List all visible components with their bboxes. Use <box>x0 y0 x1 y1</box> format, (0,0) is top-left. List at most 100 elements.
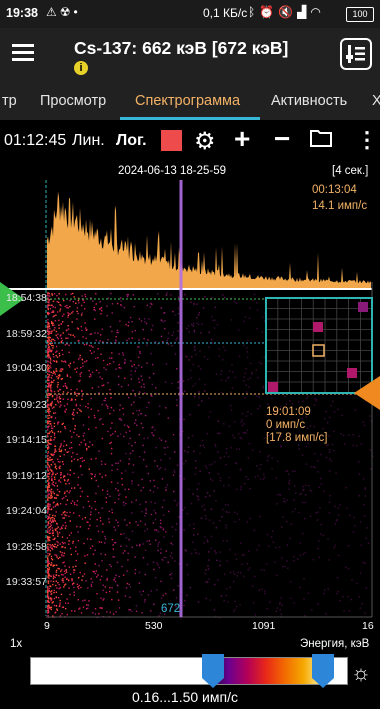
spectrogram-pixel <box>195 467 197 469</box>
spectrogram-pixel <box>152 491 155 493</box>
spectrogram-pixel <box>151 432 153 434</box>
spectrogram-pixel <box>87 607 89 609</box>
spectrogram-pixel <box>324 589 326 591</box>
record-stop-icon[interactable] <box>161 130 182 151</box>
spectrogram-pixel <box>53 379 55 382</box>
spectrogram-pixel <box>83 573 86 575</box>
spectrogram-pixel <box>210 547 213 550</box>
spectrogram-pixel <box>240 486 242 488</box>
tab-activity[interactable]: Активность <box>271 93 347 109</box>
spectrogram-pixel <box>63 405 66 407</box>
spectrogram-pixel <box>55 511 57 513</box>
spectrogram-pixel <box>56 336 58 339</box>
spectrogram-pixel <box>243 554 245 556</box>
spectrogram-pixel <box>101 476 103 478</box>
menu-icon[interactable] <box>12 44 34 62</box>
tools-icon[interactable] <box>340 38 372 70</box>
tab-spectrogram[interactable]: Спектрограмма <box>135 93 240 109</box>
spectrogram-pixel <box>155 512 157 514</box>
spectrogram-pixel <box>54 306 56 309</box>
spectrogram-pixel <box>88 428 90 430</box>
spectrogram-pixel <box>97 485 100 488</box>
tab-more[interactable]: Х <box>372 93 380 109</box>
spectrogram-pixel <box>325 613 327 615</box>
spectrogram-pixel <box>123 424 126 426</box>
spectrogram-pixel <box>302 400 304 403</box>
spectrogram-pixel <box>60 450 62 453</box>
spectrogram-pixel <box>144 573 146 576</box>
spectrogram-pixel <box>67 316 69 318</box>
info-icon[interactable]: i <box>74 61 88 75</box>
spectrogram-pixel <box>56 564 58 566</box>
zoom-in-icon[interactable]: + <box>234 123 250 155</box>
spectrogram-pixel <box>159 519 162 521</box>
spectrogram-pixel <box>117 482 119 484</box>
spectrogram-pixel <box>226 560 228 562</box>
spectrogram-pixel <box>48 408 50 411</box>
spectrogram-pixel <box>337 590 339 593</box>
spectrogram-pixel <box>63 511 66 513</box>
spectrogram-pixel <box>70 553 72 556</box>
spectrogram-pixel <box>162 514 165 516</box>
spectrogram-pixel <box>47 468 49 471</box>
gear-icon[interactable]: ⚙ <box>194 127 216 156</box>
spectrogram-pixel <box>47 396 49 399</box>
spectrogram-pixel <box>259 468 261 470</box>
spectrogram-pixel <box>64 572 66 575</box>
tab-spectrum[interactable]: тр <box>2 93 17 109</box>
spectrogram-pixel <box>200 332 202 334</box>
spectrogram-pixel <box>136 410 138 412</box>
spectrogram-pixel <box>50 344 53 347</box>
x-axis-label: Энергия, кэВ <box>300 638 370 650</box>
spectrogram-pixel <box>354 409 356 411</box>
spectrogram-pixel <box>256 302 258 304</box>
spectrogram-pixel <box>116 468 119 471</box>
spectrogram-pixel <box>48 587 51 590</box>
spectrogram-pixel <box>126 582 129 585</box>
spectrogram-pixel <box>50 593 53 595</box>
app-bar: Cs-137: 662 кэВ [672 кэВ] i <box>0 28 380 84</box>
spectrogram-pixel <box>60 304 62 307</box>
spectrogram-pixel <box>274 561 276 563</box>
spectrogram-pixel <box>56 489 59 491</box>
spectrogram-pixel <box>141 478 143 481</box>
spectrogram-pixel <box>47 598 50 600</box>
spectrogram-pixel <box>75 550 77 552</box>
spectrogram-pixel <box>56 608 58 610</box>
spectrogram-pixel <box>142 557 145 559</box>
spectrogram-pixel <box>55 482 57 484</box>
spectrogram-pixel <box>219 564 221 567</box>
spectrogram-pixel <box>190 377 192 379</box>
auto-brightness-icon[interactable]: ☼ <box>348 660 374 686</box>
spectrogram-pixel <box>164 320 166 322</box>
spectrogram-pixel <box>162 340 164 343</box>
spectrogram-pixel <box>117 498 120 500</box>
spectrogram-pixel <box>348 434 350 436</box>
spectrogram-pixel <box>118 599 120 601</box>
spectrogram-pixel <box>55 580 57 582</box>
folder-icon[interactable] <box>310 129 332 153</box>
spectrogram-pixel <box>88 375 91 378</box>
spectrogram-pixel <box>347 595 349 598</box>
spectrogram-pixel <box>172 434 175 436</box>
spectrogram-pixel <box>97 357 99 359</box>
spectrogram-pixel <box>71 580 73 582</box>
log-scale-button[interactable]: Лог. <box>116 132 147 150</box>
spectrogram-pixel <box>150 513 153 516</box>
linear-scale-button[interactable]: Лин. <box>72 132 105 150</box>
spectrogram-pixel <box>47 516 50 518</box>
more-options-icon[interactable]: ⋮ <box>356 127 378 153</box>
spectrogram-pixel <box>114 580 117 583</box>
spectrogram-pixel <box>193 329 196 332</box>
spectrogram-pixel <box>119 493 121 495</box>
spectrogram-pixel <box>47 400 49 402</box>
spectrogram-pixel <box>84 562 86 564</box>
color-scale-handles[interactable] <box>198 652 338 692</box>
tab-view[interactable]: Просмотр <box>40 93 106 109</box>
spectrogram-pixel <box>183 478 185 480</box>
spectrogram-pixel <box>70 532 72 534</box>
spectrogram-pixel <box>224 349 226 352</box>
zoom-out-icon[interactable]: − <box>274 123 290 155</box>
spectrogram-pixel <box>72 418 74 420</box>
spectrogram-pixel <box>176 368 178 370</box>
